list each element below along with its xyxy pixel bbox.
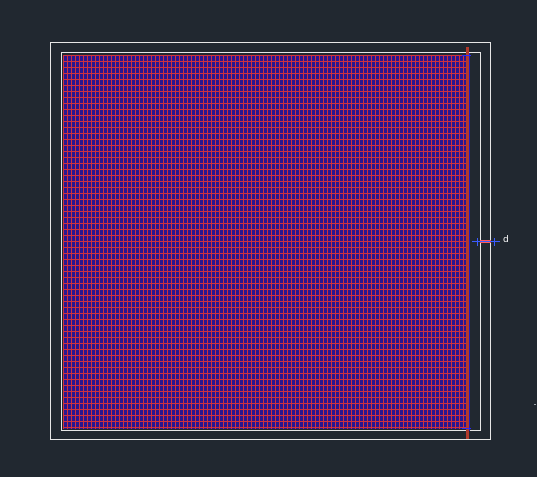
dimension-highlight: [480, 240, 491, 243]
dimension-marker[interactable]: [472, 238, 500, 246]
vertical-edge-line: [469, 53, 470, 431]
edge-tick-bottom: [462, 428, 471, 429]
edge-tick-top: [462, 55, 471, 56]
stray-point: [534, 404, 536, 405]
hatched-grid-area: [63, 55, 467, 429]
dimension-extension-left: [477, 238, 478, 246]
dimension-label: d: [503, 235, 509, 245]
cad-drawing-canvas[interactable]: d: [0, 0, 537, 477]
dimension-extension-right: [494, 238, 495, 246]
